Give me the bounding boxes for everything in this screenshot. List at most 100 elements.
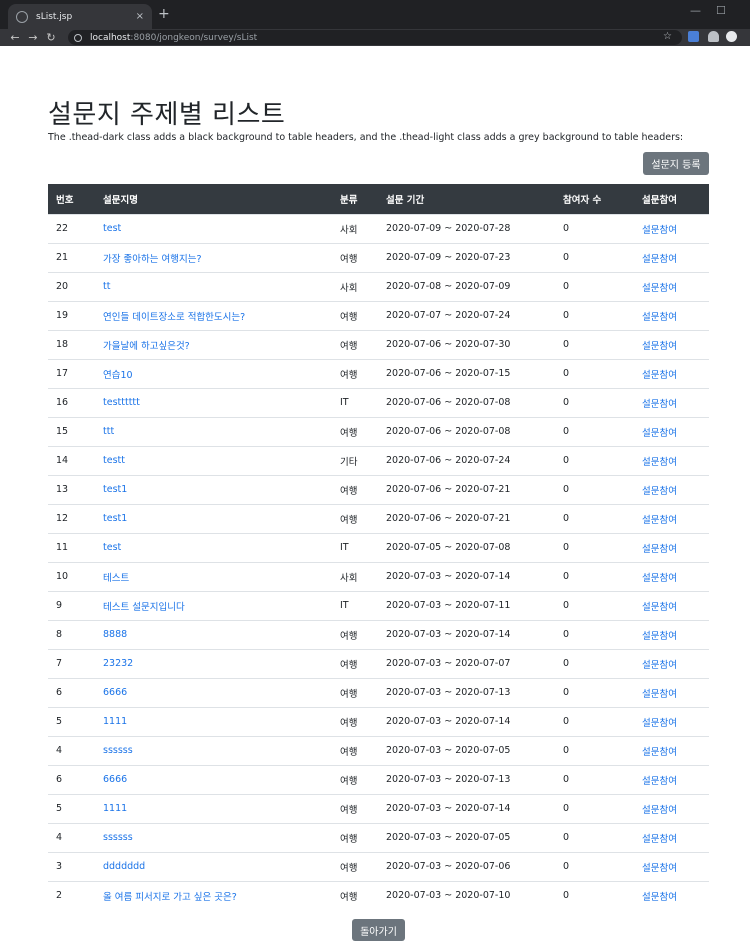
browser-tab[interactable]: sList.jsp × (8, 4, 152, 29)
cell-participants: 0 (563, 368, 570, 379)
cell-survey-title-link[interactable]: 가을날에 하고싶은것? (95, 330, 332, 359)
cell-survey-title-link[interactable]: ssssss (95, 823, 332, 852)
table-row: 4 ssssss 여행 2020-07-03 ~ 2020-07-05 0 설문참여 (48, 823, 709, 852)
cell-period: 2020-07-06 ~ 2020-07-24 (386, 455, 511, 466)
cell-survey-title-link[interactable]: 23232 (95, 649, 332, 678)
address-bar[interactable]: localhost :8080/jongkeon/survey/sList ☆ (68, 30, 682, 45)
cell-join-link[interactable]: 설문참여 (634, 649, 709, 678)
profile-avatar-icon[interactable] (726, 31, 737, 42)
maximize-icon[interactable]: ☐ (716, 4, 726, 17)
cell-category: 여행 (340, 804, 358, 816)
cell-survey-title-link[interactable]: test (95, 214, 332, 243)
cell-survey-title-link[interactable]: 6666 (95, 678, 332, 707)
cell-survey-title-link[interactable]: test (95, 533, 332, 562)
cell-category: 여행 (340, 514, 358, 526)
cell-category: 여행 (340, 485, 358, 497)
cell-join-link[interactable]: 설문참여 (634, 736, 709, 765)
cell-join-link[interactable]: 설문참여 (634, 823, 709, 852)
cell-survey-title-link[interactable]: 8888 (95, 620, 332, 649)
cell-join-link[interactable]: 설문참여 (634, 272, 709, 301)
cell-category: IT (340, 600, 349, 611)
cell-survey-title-link[interactable]: ssssss (95, 736, 332, 765)
cell-survey-title-link[interactable]: 테스트 설문지입니다 (95, 591, 332, 620)
table-row: 19 연인들 데이트장소로 적합한도시는? 여행 2020-07-07 ~ 2020-… (48, 301, 709, 330)
table-row: 18 가을날에 하고싶은것? 여행 2020-07-06 ~ 2020-07-30 0 설… (48, 330, 709, 359)
cell-join-link[interactable]: 설문참여 (634, 504, 709, 533)
close-tab-icon[interactable]: × (136, 11, 144, 22)
cell-category: 여행 (340, 833, 358, 845)
minimize-icon[interactable]: — (690, 4, 701, 17)
cell-survey-title-link[interactable]: 연습10 (95, 359, 332, 388)
cell-join-link[interactable]: 설문참여 (634, 214, 709, 243)
cell-participants: 0 (563, 687, 570, 698)
cell-join-link[interactable]: 설문참여 (634, 591, 709, 620)
table-row: 6 6666 여행 2020-07-03 ~ 2020-07-13 0 설문참여 (48, 765, 709, 794)
cell-number: 2 (56, 890, 63, 902)
browser-toolbar: ← → ↻ localhost :8080/jongkeon/survey/sL… (0, 29, 750, 46)
cell-participants: 0 (563, 890, 570, 902)
table-row: 5 1111 여행 2020-07-03 ~ 2020-07-14 0 설문참여 (48, 794, 709, 823)
cell-participants: 0 (563, 542, 570, 553)
reload-icon[interactable]: ↻ (42, 31, 60, 44)
table-row: 14 testt 기타 2020-07-06 ~ 2020-07-24 0 설문참여 (48, 446, 709, 475)
cell-survey-title-link[interactable]: 1111 (95, 794, 332, 823)
cell-join-link[interactable]: 설문참여 (634, 388, 709, 417)
cell-join-link[interactable]: 설문참여 (634, 794, 709, 823)
cell-join-link[interactable]: 설문참여 (634, 678, 709, 707)
register-survey-button[interactable]: 설문지 등록 (643, 152, 709, 175)
cell-join-link[interactable]: 설문참여 (634, 243, 709, 272)
cell-survey-title-link[interactable]: 6666 (95, 765, 332, 794)
table-row: 17 연습10 여행 2020-07-06 ~ 2020-07-15 0 설문참여 (48, 359, 709, 388)
new-tab-button[interactable]: + (158, 6, 170, 22)
cell-survey-title-link[interactable]: ttt (95, 417, 332, 446)
cell-join-link[interactable]: 설문참여 (634, 417, 709, 446)
back-button[interactable]: 돌아가기 (352, 919, 405, 941)
cell-join-link[interactable]: 설문참여 (634, 562, 709, 591)
cell-join-link[interactable]: 설문참여 (634, 301, 709, 330)
cell-survey-title-link[interactable]: 1111 (95, 707, 332, 736)
cell-join-link[interactable]: 설문참여 (634, 620, 709, 649)
bookmark-star-icon[interactable]: ☆ (663, 31, 672, 42)
cell-participants: 0 (563, 513, 570, 524)
translate-extension-icon[interactable] (688, 31, 699, 42)
cell-join-link[interactable]: 설문참여 (634, 881, 709, 910)
cell-category: 여행 (340, 862, 358, 874)
cell-category: 여행 (340, 311, 358, 323)
cell-survey-title-link[interactable]: ddddddd (95, 852, 332, 881)
cell-survey-title-link[interactable]: testttttt (95, 388, 332, 417)
cell-survey-title-link[interactable]: 가장 좋아하는 여행지는? (95, 243, 332, 272)
col-title-header: 설문지명 (103, 194, 138, 206)
cell-join-link[interactable]: 설문참여 (634, 852, 709, 881)
cell-join-link[interactable]: 설문참여 (634, 707, 709, 736)
cell-join-link[interactable]: 설문참여 (634, 359, 709, 388)
table-row: 10 테스트 사회 2020-07-03 ~ 2020-07-14 0 설문참여 (48, 562, 709, 591)
cell-survey-title-link[interactable]: tt (95, 272, 332, 301)
cell-join-link[interactable]: 설문참여 (634, 475, 709, 504)
cell-survey-title-link[interactable]: testt (95, 446, 332, 475)
cell-participants: 0 (563, 426, 570, 437)
cell-period: 2020-07-06 ~ 2020-07-08 (386, 397, 511, 408)
cell-participants: 0 (563, 252, 570, 263)
cell-join-link[interactable]: 설문참여 (634, 330, 709, 359)
cell-survey-title-link[interactable]: test1 (95, 504, 332, 533)
cell-survey-title-link[interactable]: 연인들 데이트장소로 적합한도시는? (95, 301, 332, 330)
info-icon[interactable] (74, 33, 82, 42)
extensions-puzzle-icon[interactable] (708, 31, 719, 42)
cell-participants: 0 (563, 223, 570, 234)
forward-arrow-icon[interactable]: → (24, 31, 42, 44)
cell-period: 2020-07-06 ~ 2020-07-15 (386, 368, 511, 379)
cell-period: 2020-07-05 ~ 2020-07-08 (386, 542, 511, 553)
cell-period: 2020-07-06 ~ 2020-07-21 (386, 513, 511, 524)
page-title: 설문지 주제별 리스트 (48, 100, 286, 130)
cell-category: 여행 (340, 688, 358, 700)
cell-number: 9 (56, 600, 63, 611)
back-arrow-icon[interactable]: ← (6, 31, 24, 44)
cell-survey-title-link[interactable]: 올 여름 피서지로 가고 싶은 곳은? (95, 881, 332, 910)
cell-join-link[interactable]: 설문참여 (634, 446, 709, 475)
cell-join-link[interactable]: 설문참여 (634, 533, 709, 562)
cell-participants: 0 (563, 774, 570, 785)
cell-survey-title-link[interactable]: test1 (95, 475, 332, 504)
cell-survey-title-link[interactable]: 테스트 (95, 562, 332, 591)
cell-number: 21 (56, 252, 69, 263)
cell-join-link[interactable]: 설문참여 (634, 765, 709, 794)
